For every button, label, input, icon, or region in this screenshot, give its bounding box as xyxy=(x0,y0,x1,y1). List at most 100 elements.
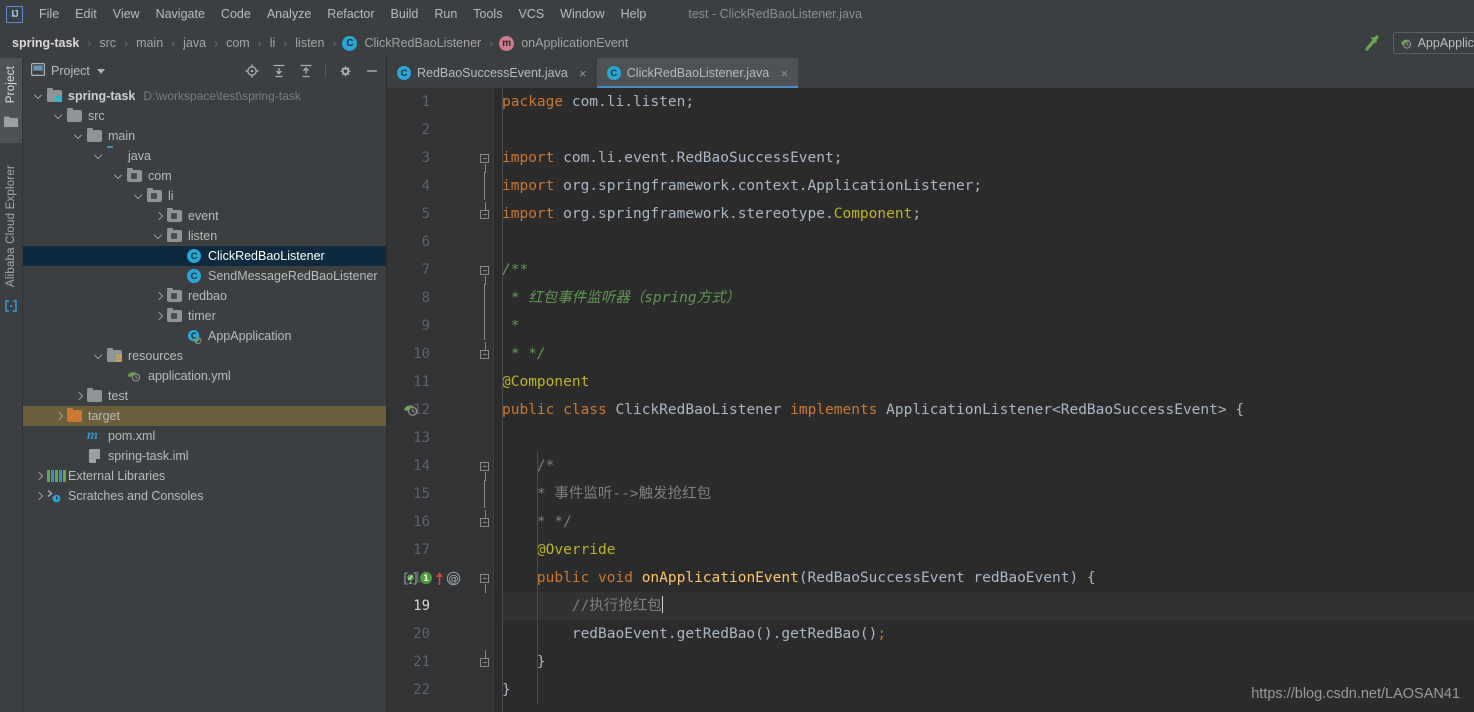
close-icon[interactable]: × xyxy=(778,67,790,80)
chevron-down-icon[interactable] xyxy=(113,170,125,182)
code-line-5[interactable]: import org.springframework.stereotype.Co… xyxy=(502,200,1474,228)
editor-gutter[interactable]: 1234567891011121314151617181@19202122 xyxy=(387,88,494,712)
breadcrumb-item-main[interactable]: main xyxy=(134,35,165,51)
tree-item-sendmessageredbaolistener[interactable]: C SendMessageRedBaoListener xyxy=(23,266,386,286)
collapse-all-icon[interactable] xyxy=(298,63,314,79)
code-line-11[interactable]: @Component xyxy=(502,368,1474,396)
tree-item-timer[interactable]: timer xyxy=(23,306,386,326)
gutter-line-16[interactable]: 16 xyxy=(387,508,493,536)
settings-gear-icon[interactable] xyxy=(337,63,353,79)
spring-bean-icon[interactable] xyxy=(403,402,419,418)
chevron-down-icon[interactable] xyxy=(33,90,45,102)
tree-item-main[interactable]: main xyxy=(23,126,386,146)
tree-item-spring-task-iml[interactable]: spring-task.iml xyxy=(23,446,386,466)
menu-item-run[interactable]: Run xyxy=(426,3,465,25)
tree-item-java[interactable]: java xyxy=(23,146,386,166)
code-line-19[interactable]: //执行抢红包 xyxy=(502,592,1474,620)
tree-item-com[interactable]: com xyxy=(23,166,386,186)
gutter-line-5[interactable]: 5 xyxy=(387,200,493,228)
code-line-9[interactable]: * xyxy=(502,312,1474,340)
code-line-4[interactable]: import org.springframework.context.Appli… xyxy=(502,172,1474,200)
editor-tab-clickredbaolistener-java[interactable]: C ClickRedBaoListener.java × xyxy=(596,58,799,88)
code-line-10[interactable]: * */ xyxy=(502,340,1474,368)
fold-control[interactable] xyxy=(480,564,489,593)
project-panel-title-group[interactable]: Project xyxy=(31,63,105,79)
fold-control[interactable] xyxy=(480,648,489,676)
tree-item-application-yml[interactable]: application.yml xyxy=(23,366,386,386)
bean-usage-icon[interactable]: 1 xyxy=(419,571,433,585)
menu-item-help[interactable]: Help xyxy=(613,3,655,25)
breadcrumb-item-li[interactable]: li xyxy=(268,35,278,51)
menu-item-build[interactable]: Build xyxy=(383,3,427,25)
code-line-2[interactable] xyxy=(502,116,1474,144)
menu-item-file[interactable]: File xyxy=(31,3,67,25)
gutter-line-21[interactable]: 21 xyxy=(387,648,493,676)
tree-item-resources[interactable]: resources xyxy=(23,346,386,366)
chevron-down-icon[interactable] xyxy=(93,150,105,162)
tree-item-scratches-and-consoles[interactable]: Scratches and Consoles xyxy=(23,486,386,506)
gutter-line-7[interactable]: 7 xyxy=(387,256,493,285)
fold-control[interactable] xyxy=(480,508,489,536)
fold-control[interactable] xyxy=(480,312,489,340)
chevron-down-icon[interactable] xyxy=(53,110,65,122)
breadcrumb-item-listen[interactable]: listen xyxy=(293,35,326,51)
fold-control[interactable] xyxy=(480,340,489,368)
fold-control[interactable] xyxy=(480,172,489,200)
code-line-12[interactable]: public class ClickRedBaoListener impleme… xyxy=(502,396,1474,424)
code-line-6[interactable] xyxy=(502,228,1474,256)
gutter-line-19[interactable]: 19 xyxy=(387,592,493,620)
code-line-21[interactable]: } xyxy=(502,648,1474,676)
breadcrumb-item-ClickRedBaoListener[interactable]: C ClickRedBaoListener xyxy=(342,35,483,51)
tree-item-redbao[interactable]: redbao xyxy=(23,286,386,306)
gutter-line-11[interactable]: 11 xyxy=(387,368,493,396)
tree-item-external-libraries[interactable]: External Libraries xyxy=(23,466,386,486)
gutter-line-6[interactable]: 6 xyxy=(387,228,493,256)
gutter-line-15[interactable]: 15 xyxy=(387,480,493,508)
run-configuration-selector[interactable]: AppApplication xyxy=(1392,32,1474,54)
gutter-line-13[interactable]: 13 xyxy=(387,424,493,452)
gutter-line-17[interactable]: 17 xyxy=(387,536,493,564)
code-line-18[interactable]: public void onApplicationEvent(RedBaoSuc… xyxy=(502,564,1474,592)
breadcrumb-item-com[interactable]: com xyxy=(224,35,252,51)
tree-item-spring-task[interactable]: spring-task D:\workspace\test\spring-task xyxy=(23,86,386,106)
gutter-line-22[interactable]: 22 xyxy=(387,676,493,704)
annotation-icon[interactable]: @ xyxy=(446,571,461,586)
chevron-right-icon[interactable] xyxy=(53,410,65,422)
fold-control[interactable] xyxy=(480,480,489,508)
menu-item-navigate[interactable]: Navigate xyxy=(148,3,213,25)
chevron-right-icon[interactable] xyxy=(73,390,85,402)
gutter-line-10[interactable]: 10 xyxy=(387,340,493,368)
gutter-line-2[interactable]: 2 xyxy=(387,116,493,144)
gutter-line-8[interactable]: 8 xyxy=(387,284,493,312)
gutter-line-12[interactable]: 12 xyxy=(387,396,493,424)
tree-item-li[interactable]: li xyxy=(23,186,386,206)
chevron-right-icon[interactable] xyxy=(33,490,45,502)
close-icon[interactable]: × xyxy=(577,67,589,80)
code-line-8[interactable]: * 红包事件监听器（spring方式） xyxy=(502,284,1474,312)
chevron-down-icon[interactable] xyxy=(133,190,145,202)
fold-control[interactable] xyxy=(480,284,489,312)
gutter-line-18[interactable]: 181@ xyxy=(387,564,493,593)
override-arrow-icon[interactable] xyxy=(434,571,445,586)
chevron-down-icon[interactable] xyxy=(93,350,105,362)
expand-all-icon[interactable] xyxy=(271,63,287,79)
gutter-line-1[interactable]: 1 xyxy=(387,88,493,116)
menu-item-view[interactable]: View xyxy=(105,3,148,25)
gutter-line-4[interactable]: 4 xyxy=(387,172,493,200)
menu-item-vcs[interactable]: VCS xyxy=(510,3,552,25)
run-arrow-icon[interactable] xyxy=(1361,31,1385,55)
menu-item-refactor[interactable]: Refactor xyxy=(319,3,382,25)
fold-control[interactable] xyxy=(480,452,489,481)
code-line-15[interactable]: * 事件监听-->触发抢红包 xyxy=(502,480,1474,508)
editor-tab-redbaosuccessevent-java[interactable]: C RedBaoSuccessEvent.java × xyxy=(387,58,597,88)
code-line-16[interactable]: * */ xyxy=(502,508,1474,536)
code-editor[interactable]: 1234567891011121314151617181@19202122 pa… xyxy=(387,88,1474,712)
gutter-line-14[interactable]: 14 xyxy=(387,452,493,481)
tree-item-src[interactable]: src xyxy=(23,106,386,126)
tool-window-button-cloud-explorer[interactable]: Alibaba Cloud Explorer xyxy=(0,157,22,321)
gutter-line-20[interactable]: 20 xyxy=(387,620,493,648)
hide-panel-icon[interactable] xyxy=(364,63,380,79)
chevron-right-icon[interactable] xyxy=(153,210,165,222)
tree-item-pom-xml[interactable]: m pom.xml xyxy=(23,426,386,446)
code-line-13[interactable] xyxy=(502,424,1474,452)
